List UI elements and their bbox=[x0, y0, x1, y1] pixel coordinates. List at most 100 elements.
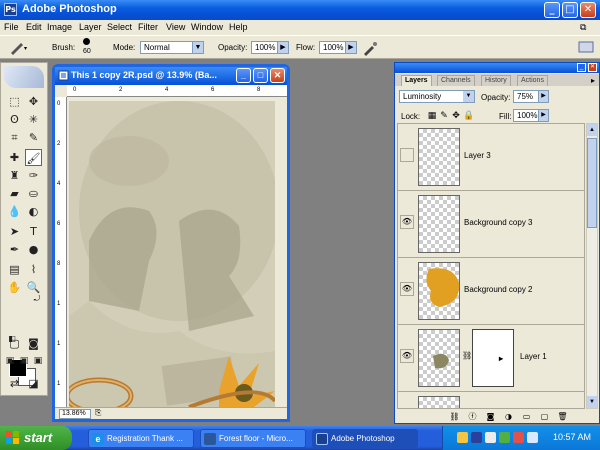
doc-close-button[interactable]: ✕ bbox=[270, 68, 285, 83]
eye-icon[interactable]: 👁 bbox=[400, 215, 414, 229]
taskbar-item-word[interactable]: Forest floor - Micro... bbox=[200, 429, 306, 448]
tray-security-icon[interactable] bbox=[499, 432, 510, 443]
lock-all-icon[interactable]: 🔒 bbox=[463, 111, 474, 121]
opacity-arrow-icon[interactable]: ▶ bbox=[277, 41, 289, 54]
path-selection-tool-icon[interactable]: ➤ bbox=[6, 223, 23, 240]
start-button[interactable]: start bbox=[0, 426, 72, 450]
feather-logo-icon[interactable] bbox=[4, 66, 44, 88]
layer-opacity-field[interactable]: 75% bbox=[513, 90, 539, 103]
tray-display-icon[interactable] bbox=[527, 432, 538, 443]
scroll-thumb[interactable] bbox=[587, 138, 597, 228]
tab-actions[interactable]: Actions bbox=[517, 75, 548, 86]
marquee-tool-icon[interactable]: ⬚ bbox=[6, 93, 23, 110]
trash-icon[interactable]: 🗑 bbox=[557, 411, 568, 422]
palette-close-button[interactable]: ✕ bbox=[588, 63, 597, 72]
eyedropper-tool-icon[interactable]: ⌇ bbox=[25, 261, 42, 278]
tray-alert-icon[interactable] bbox=[513, 432, 524, 443]
screen-mode-full-icon[interactable]: ▣ bbox=[31, 355, 45, 367]
lasso-tool-icon[interactable]: ʘ bbox=[6, 111, 23, 128]
palette-title-bar[interactable]: _ ✕ bbox=[395, 63, 599, 73]
menu-window[interactable]: Window bbox=[191, 22, 223, 32]
fill-arrow-icon[interactable]: ▶ bbox=[538, 109, 549, 122]
eye-icon[interactable]: 👁 bbox=[400, 349, 414, 363]
document-title-bar[interactable]: This 1 copy 2R.psd @ 13.9% (Ba... _ □ ✕ bbox=[55, 67, 287, 85]
type-tool-icon[interactable]: T bbox=[25, 223, 42, 240]
flow-arrow-icon[interactable]: ▶ bbox=[345, 41, 357, 54]
lock-image-icon[interactable]: ✎ bbox=[439, 111, 449, 121]
layer-row-layer-1[interactable]: 👁 ⛓ ▸ Layer 1 bbox=[398, 325, 584, 392]
lock-position-icon[interactable]: ✥ bbox=[451, 111, 461, 121]
crop-tool-icon[interactable]: ⌗ bbox=[6, 129, 23, 146]
dodge-tool-icon[interactable]: ◐ bbox=[25, 203, 42, 220]
doc-maximize-button[interactable]: □ bbox=[253, 68, 268, 83]
healing-brush-tool-icon[interactable]: ✚ bbox=[6, 149, 23, 166]
link-chain-icon[interactable]: ⛓ bbox=[462, 351, 472, 360]
jump-to-imageready-icon[interactable]: ⇄ bbox=[6, 375, 23, 392]
notes-tool-icon[interactable]: ▤ bbox=[6, 261, 23, 278]
menu-file[interactable]: File bbox=[4, 22, 19, 32]
add-mask-icon[interactable]: ◙ bbox=[485, 411, 496, 422]
taskbar-item-registration[interactable]: e Registration Thank ... bbox=[88, 429, 194, 448]
shape-tool-icon[interactable]: ● bbox=[25, 241, 42, 258]
menu-edit[interactable]: Edit bbox=[26, 22, 42, 32]
layer-row-layer-3[interactable]: Layer 3 bbox=[398, 124, 584, 191]
layer-mask-thumbnail[interactable]: ▸ bbox=[472, 329, 514, 387]
menu-select[interactable]: Select bbox=[107, 22, 132, 32]
eye-icon[interactable]: 👁 bbox=[400, 282, 414, 296]
imageready-icon[interactable]: ◪ bbox=[25, 375, 42, 392]
blur-tool-icon[interactable]: 💧 bbox=[6, 203, 23, 220]
tray-volume-icon[interactable] bbox=[485, 432, 496, 443]
new-group-icon[interactable]: ▭ bbox=[521, 411, 532, 422]
brush-tip-icon[interactable] bbox=[83, 38, 90, 45]
zoom-field[interactable]: 13.86% bbox=[59, 409, 91, 419]
clone-stamp-tool-icon[interactable]: ♜ bbox=[6, 167, 23, 184]
slice-tool-icon[interactable]: ✎ bbox=[25, 129, 42, 146]
paint-bucket-tool-icon[interactable]: ⛀ bbox=[25, 185, 42, 202]
new-layer-icon[interactable]: ▢ bbox=[539, 411, 550, 422]
palette-menu-icon[interactable]: ▸ bbox=[591, 76, 595, 85]
tab-channels[interactable]: Channels bbox=[437, 75, 475, 86]
airbrush-icon[interactable] bbox=[362, 40, 380, 56]
doc-minimize-button[interactable]: _ bbox=[236, 68, 251, 83]
layer-row-background-copy-2[interactable]: 👁 Background copy 2 bbox=[398, 258, 584, 325]
maximize-button[interactable]: □ bbox=[562, 2, 578, 18]
brush-preset-icon[interactable] bbox=[8, 40, 30, 56]
move-tool-icon[interactable]: ✥ bbox=[25, 93, 42, 110]
menu-image[interactable]: Image bbox=[47, 22, 72, 32]
close-button[interactable]: ✕ bbox=[580, 2, 596, 18]
scroll-up-icon[interactable]: ▲ bbox=[587, 124, 597, 136]
adjustment-layer-icon[interactable]: ◑ bbox=[503, 411, 514, 422]
menu-filter[interactable]: Filter bbox=[138, 22, 158, 32]
mode-chevron-down-icon[interactable]: ▼ bbox=[192, 41, 204, 54]
quick-mask-mode-icon[interactable]: ◙ bbox=[25, 335, 42, 352]
palette-well-icon[interactable] bbox=[578, 40, 594, 54]
status-menu-icon[interactable]: ⎘ bbox=[95, 408, 101, 418]
clock[interactable]: 10:57 AM bbox=[553, 432, 591, 442]
swap-colors-icon[interactable]: ⤾ bbox=[31, 293, 43, 305]
tray-app-icon[interactable] bbox=[457, 432, 468, 443]
minimize-button[interactable]: _ bbox=[544, 2, 560, 18]
menu-help[interactable]: Help bbox=[229, 22, 248, 32]
screen-mode-standard-icon[interactable]: ▣ bbox=[3, 355, 17, 367]
doc-restore-icon[interactable]: ⧉ bbox=[580, 22, 586, 33]
fill-field[interactable]: 100% bbox=[513, 109, 539, 122]
lock-transparency-icon[interactable]: ▦ bbox=[427, 111, 437, 121]
flow-field[interactable]: 100% bbox=[319, 41, 347, 54]
menu-layer[interactable]: Layer bbox=[79, 22, 102, 32]
hand-tool-icon[interactable]: ✋ bbox=[6, 279, 23, 296]
visibility-toggle[interactable] bbox=[400, 148, 414, 162]
tray-network-icon[interactable] bbox=[471, 432, 482, 443]
layer-row-background-copy-3[interactable]: 👁 Background copy 3 bbox=[398, 191, 584, 258]
tab-history[interactable]: History bbox=[481, 75, 511, 86]
screen-mode-full-menu-icon[interactable]: ▣ bbox=[17, 355, 31, 367]
layer-row-partial[interactable] bbox=[398, 392, 584, 408]
layer-opacity-arrow-icon[interactable]: ▶ bbox=[538, 90, 549, 103]
scroll-down-icon[interactable]: ▼ bbox=[587, 396, 597, 408]
pen-tool-icon[interactable]: ✒ bbox=[6, 241, 23, 258]
eraser-tool-icon[interactable]: ▰ bbox=[6, 185, 23, 202]
opacity-field[interactable]: 100% bbox=[251, 41, 279, 54]
palette-minimize-button[interactable]: _ bbox=[577, 63, 586, 72]
menu-view[interactable]: View bbox=[166, 22, 185, 32]
link-layers-icon[interactable]: ⛓ bbox=[449, 411, 460, 422]
layer-style-icon[interactable]: ⓕ bbox=[467, 411, 478, 422]
